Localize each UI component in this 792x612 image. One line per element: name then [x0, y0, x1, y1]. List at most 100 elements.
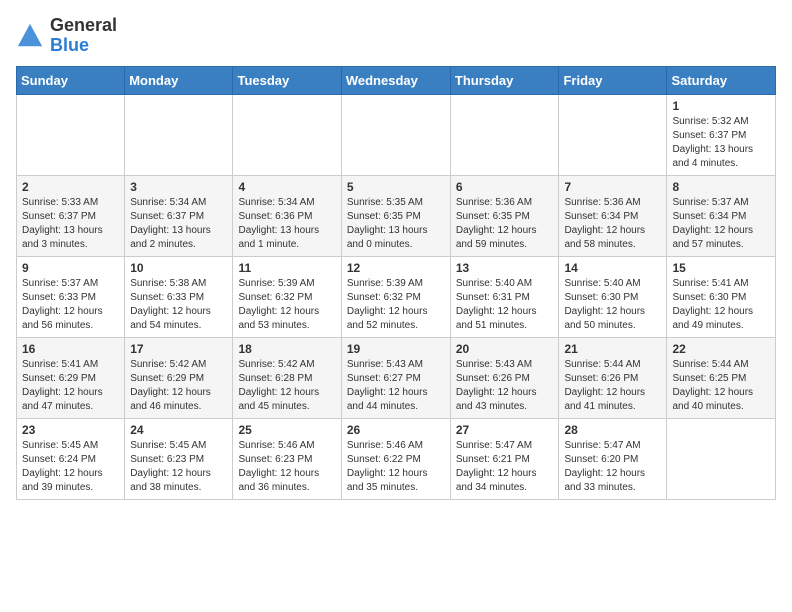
- day-info: Sunrise: 5:47 AM Sunset: 6:21 PM Dayligh…: [456, 439, 554, 495]
- calendar-cell: 24 Sunrise: 5:45 AM Sunset: 6:23 PM Dayli…: [125, 418, 233, 499]
- day-info: Sunrise: 5:35 AM Sunset: 6:35 PM Dayligh…: [347, 196, 445, 252]
- calendar-cell: 2 Sunrise: 5:33 AM Sunset: 6:37 PM Daylig…: [17, 175, 125, 256]
- day-number: 5: [347, 180, 445, 194]
- calendar-cell: [233, 94, 341, 175]
- day-info: Sunrise: 5:32 AM Sunset: 6:37 PM Dayligh…: [672, 115, 770, 171]
- day-number: 24: [130, 423, 227, 437]
- day-number: 17: [130, 342, 227, 356]
- day-info: Sunrise: 5:46 AM Sunset: 6:23 PM Dayligh…: [238, 439, 335, 495]
- logo: General Blue: [16, 16, 117, 56]
- day-info: Sunrise: 5:33 AM Sunset: 6:37 PM Dayligh…: [22, 196, 119, 252]
- calendar-cell: [125, 94, 233, 175]
- calendar-cell: 17 Sunrise: 5:42 AM Sunset: 6:29 PM Dayli…: [125, 337, 233, 418]
- day-header-tuesday: Tuesday: [233, 66, 341, 94]
- calendar-cell: [667, 418, 776, 499]
- calendar-cell: 4Sunrise: 5:34 AM Sunset: 6:36 PM Daylig…: [233, 175, 341, 256]
- day-header-thursday: Thursday: [450, 66, 559, 94]
- calendar-week-row: 1 Sunrise: 5:32 AM Sunset: 6:37 PM Daylig…: [17, 94, 776, 175]
- calendar-cell: [450, 94, 559, 175]
- logo-general: General: [50, 16, 117, 36]
- calendar-cell: 20 Sunrise: 5:43 AM Sunset: 6:26 PM Dayli…: [450, 337, 559, 418]
- calendar-body: 1 Sunrise: 5:32 AM Sunset: 6:37 PM Daylig…: [17, 94, 776, 499]
- day-number: 25: [238, 423, 335, 437]
- day-info: Sunrise: 5:44 AM Sunset: 6:26 PM Dayligh…: [564, 358, 661, 414]
- day-info: Sunrise: 5:46 AM Sunset: 6:22 PM Dayligh…: [347, 439, 445, 495]
- calendar-cell: 16Sunrise: 5:41 AM Sunset: 6:29 PM Dayli…: [17, 337, 125, 418]
- calendar-cell: 5 Sunrise: 5:35 AM Sunset: 6:35 PM Daylig…: [341, 175, 450, 256]
- day-number: 10: [130, 261, 227, 275]
- calendar-cell: 3 Sunrise: 5:34 AM Sunset: 6:37 PM Daylig…: [125, 175, 233, 256]
- day-number: 19: [347, 342, 445, 356]
- day-number: 27: [456, 423, 554, 437]
- day-number: 26: [347, 423, 445, 437]
- day-info: Sunrise: 5:37 AM Sunset: 6:33 PM Dayligh…: [22, 277, 119, 333]
- day-header-wednesday: Wednesday: [341, 66, 450, 94]
- day-number: 8: [672, 180, 770, 194]
- day-number: 11: [238, 261, 335, 275]
- calendar-week-row: 23 Sunrise: 5:45 AM Sunset: 6:24 PM Dayli…: [17, 418, 776, 499]
- day-number: 12: [347, 261, 445, 275]
- day-info: Sunrise: 5:45 AM Sunset: 6:24 PM Dayligh…: [22, 439, 119, 495]
- calendar-cell: 1 Sunrise: 5:32 AM Sunset: 6:37 PM Daylig…: [667, 94, 776, 175]
- calendar-cell: 26 Sunrise: 5:46 AM Sunset: 6:22 PM Dayli…: [341, 418, 450, 499]
- day-number: 9: [22, 261, 119, 275]
- calendar-table: SundayMondayTuesdayWednesdayThursdayFrid…: [16, 66, 776, 500]
- day-info: Sunrise: 5:39 AM Sunset: 6:32 PM Dayligh…: [347, 277, 445, 333]
- day-header-monday: Monday: [125, 66, 233, 94]
- calendar-cell: [17, 94, 125, 175]
- day-number: 2: [22, 180, 119, 194]
- day-info: Sunrise: 5:44 AM Sunset: 6:25 PM Dayligh…: [672, 358, 770, 414]
- calendar-week-row: 2 Sunrise: 5:33 AM Sunset: 6:37 PM Daylig…: [17, 175, 776, 256]
- day-number: 22: [672, 342, 770, 356]
- day-number: 16: [22, 342, 119, 356]
- calendar-cell: 22 Sunrise: 5:44 AM Sunset: 6:25 PM Dayli…: [667, 337, 776, 418]
- page-header: General Blue: [16, 16, 776, 56]
- calendar-cell: 18 Sunrise: 5:42 AM Sunset: 6:28 PM Dayli…: [233, 337, 341, 418]
- calendar-cell: 21Sunrise: 5:44 AM Sunset: 6:26 PM Dayli…: [559, 337, 667, 418]
- day-info: Sunrise: 5:43 AM Sunset: 6:27 PM Dayligh…: [347, 358, 445, 414]
- logo-text: General Blue: [50, 16, 117, 56]
- calendar-cell: 8Sunrise: 5:37 AM Sunset: 6:34 PM Daylig…: [667, 175, 776, 256]
- calendar-cell: 15 Sunrise: 5:41 AM Sunset: 6:30 PM Dayli…: [667, 256, 776, 337]
- day-number: 18: [238, 342, 335, 356]
- calendar-cell: 27 Sunrise: 5:47 AM Sunset: 6:21 PM Dayli…: [450, 418, 559, 499]
- day-number: 1: [672, 99, 770, 113]
- day-header-sunday: Sunday: [17, 66, 125, 94]
- calendar-cell: 25 Sunrise: 5:46 AM Sunset: 6:23 PM Dayli…: [233, 418, 341, 499]
- logo-icon: [16, 22, 44, 50]
- calendar-week-row: 16Sunrise: 5:41 AM Sunset: 6:29 PM Dayli…: [17, 337, 776, 418]
- calendar-cell: 11 Sunrise: 5:39 AM Sunset: 6:32 PM Dayli…: [233, 256, 341, 337]
- day-info: Sunrise: 5:43 AM Sunset: 6:26 PM Dayligh…: [456, 358, 554, 414]
- day-info: Sunrise: 5:39 AM Sunset: 6:32 PM Dayligh…: [238, 277, 335, 333]
- day-number: 3: [130, 180, 227, 194]
- day-header-friday: Friday: [559, 66, 667, 94]
- calendar-cell: 13 Sunrise: 5:40 AM Sunset: 6:31 PM Dayli…: [450, 256, 559, 337]
- day-info: Sunrise: 5:41 AM Sunset: 6:30 PM Dayligh…: [672, 277, 770, 333]
- days-of-week-row: SundayMondayTuesdayWednesdayThursdayFrid…: [17, 66, 776, 94]
- day-number: 13: [456, 261, 554, 275]
- day-info: Sunrise: 5:42 AM Sunset: 6:28 PM Dayligh…: [238, 358, 335, 414]
- calendar-cell: 28Sunrise: 5:47 AM Sunset: 6:20 PM Dayli…: [559, 418, 667, 499]
- day-number: 14: [564, 261, 661, 275]
- calendar-cell: [559, 94, 667, 175]
- calendar-week-row: 9 Sunrise: 5:37 AM Sunset: 6:33 PM Daylig…: [17, 256, 776, 337]
- calendar-cell: 6 Sunrise: 5:36 AM Sunset: 6:35 PM Daylig…: [450, 175, 559, 256]
- day-info: Sunrise: 5:45 AM Sunset: 6:23 PM Dayligh…: [130, 439, 227, 495]
- day-info: Sunrise: 5:47 AM Sunset: 6:20 PM Dayligh…: [564, 439, 661, 495]
- day-info: Sunrise: 5:40 AM Sunset: 6:31 PM Dayligh…: [456, 277, 554, 333]
- day-info: Sunrise: 5:36 AM Sunset: 6:35 PM Dayligh…: [456, 196, 554, 252]
- day-info: Sunrise: 5:42 AM Sunset: 6:29 PM Dayligh…: [130, 358, 227, 414]
- calendar-cell: 19 Sunrise: 5:43 AM Sunset: 6:27 PM Dayli…: [341, 337, 450, 418]
- calendar-cell: 12 Sunrise: 5:39 AM Sunset: 6:32 PM Dayli…: [341, 256, 450, 337]
- day-number: 23: [22, 423, 119, 437]
- calendar-cell: [341, 94, 450, 175]
- day-info: Sunrise: 5:40 AM Sunset: 6:30 PM Dayligh…: [564, 277, 661, 333]
- day-number: 20: [456, 342, 554, 356]
- logo-blue: Blue: [50, 36, 117, 56]
- day-info: Sunrise: 5:34 AM Sunset: 6:37 PM Dayligh…: [130, 196, 227, 252]
- day-number: 4: [238, 180, 335, 194]
- day-number: 15: [672, 261, 770, 275]
- calendar-cell: 14 Sunrise: 5:40 AM Sunset: 6:30 PM Dayli…: [559, 256, 667, 337]
- calendar-header: SundayMondayTuesdayWednesdayThursdayFrid…: [17, 66, 776, 94]
- day-number: 6: [456, 180, 554, 194]
